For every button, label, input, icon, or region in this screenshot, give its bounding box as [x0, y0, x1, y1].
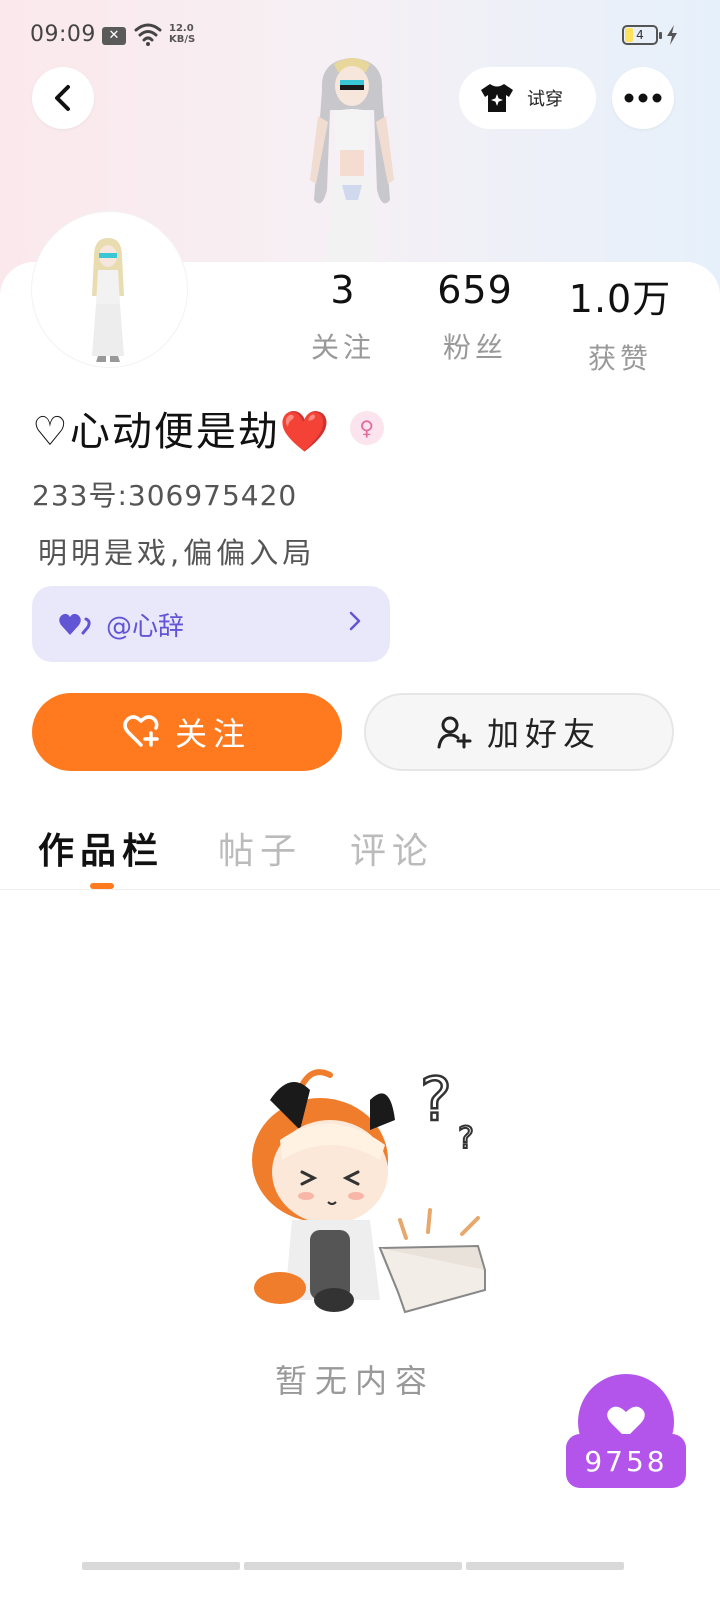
gesture-segment [466, 1562, 624, 1570]
cp-tag-label: @心辞 [106, 611, 185, 642]
avatar-figure [36, 216, 183, 363]
female-gender-icon: ♀ [349, 411, 384, 445]
chevron-right-icon [349, 611, 361, 631]
stat-followers-value: 659 [437, 268, 513, 312]
stat-likes-label: 获赞 [587, 342, 652, 375]
user-id: 233号:306975420 [32, 479, 298, 512]
stat-following-label: 关注 [310, 331, 375, 364]
back-button[interactable] [32, 67, 94, 129]
tab-works[interactable]: 作品栏 [38, 822, 164, 874]
gesture-segment [82, 1562, 240, 1570]
nickname: ♡心动便是劫❤️ [32, 409, 332, 455]
heart-plus-icon [123, 715, 159, 747]
chevron-left-icon [55, 85, 70, 111]
follow-button[interactable]: 关注 [32, 693, 342, 771]
double-heart-icon [59, 613, 91, 635]
stat-following-value: 3 [330, 268, 356, 312]
add-user-icon [437, 716, 472, 749]
user-bio: 明明是戏,偏偏入局 [38, 536, 316, 570]
tab-posts[interactable]: 帖子 [218, 822, 302, 874]
more-options-button[interactable] [612, 67, 674, 129]
active-tab-indicator [90, 883, 114, 889]
cp-relationship-tag[interactable]: @心辞 [32, 586, 390, 662]
status-time: 09:09 [30, 22, 96, 47]
charging-icon [667, 25, 677, 45]
stat-likes-value: 1.0万 [568, 277, 672, 321]
svg-text:?: ? [458, 1121, 474, 1156]
try-on-button[interactable]: 试穿 [459, 67, 596, 129]
add-friend-button[interactable]: 加好友 [364, 693, 674, 771]
content-tabs: 作品栏 帖子 评论 [0, 810, 720, 890]
nickname-row: ♡心动便是劫❤️ ♀ [32, 398, 384, 458]
stat-following[interactable]: 3 关注 [278, 268, 408, 366]
avatar-3d-model[interactable] [282, 50, 422, 265]
network-speed: 12.0 KB/S [169, 23, 196, 45]
empty-state-illustration: ? ? [252, 1064, 487, 1314]
profile-avatar[interactable] [32, 212, 187, 367]
add-friend-label: 加好友 [486, 715, 601, 753]
stat-likes[interactable]: 1.0万 获赞 [555, 268, 685, 377]
floating-like-widget[interactable]: 9758 [566, 1374, 686, 1490]
tab-comments[interactable]: 评论 [350, 822, 434, 874]
bottom-gesture-bar [82, 1562, 624, 1570]
stat-followers[interactable]: 659 粉丝 [410, 268, 540, 366]
battery-indicator: 4 [622, 25, 662, 45]
try-on-label: 试穿 [527, 89, 563, 110]
shirt-icon [481, 84, 513, 112]
gesture-segment [244, 1562, 462, 1570]
more-dots-icon [624, 93, 662, 103]
stat-followers-label: 粉丝 [442, 331, 507, 364]
follow-label: 关注 [174, 715, 251, 753]
wifi-icon [134, 23, 162, 46]
like-count: 9758 [566, 1434, 686, 1488]
svg-text:?: ? [420, 1065, 452, 1135]
notification-icon: ✕ [102, 27, 126, 45]
